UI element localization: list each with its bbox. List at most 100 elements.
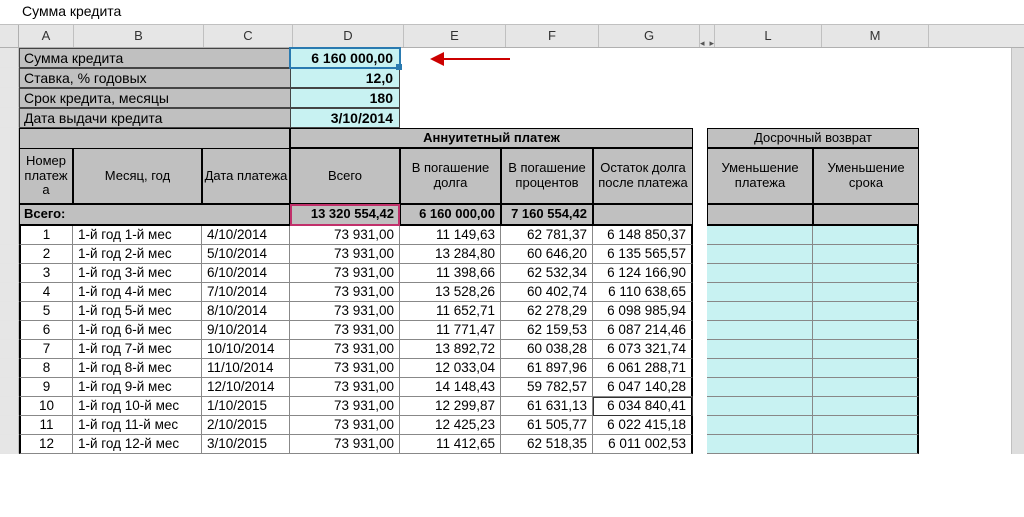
cell-balance[interactable]: 6 124 166,90	[593, 264, 693, 283]
cell-principal[interactable]: 13 528,26	[400, 283, 501, 302]
param-value[interactable]: 12,0	[290, 68, 400, 88]
cell-date[interactable]: 3/10/2015	[202, 435, 290, 454]
cell-reduce-term[interactable]	[813, 397, 919, 416]
col-G[interactable]: G	[599, 25, 700, 47]
cell-principal[interactable]: 14 148,43	[400, 378, 501, 397]
cell-interest[interactable]: 61 505,77	[501, 416, 593, 435]
col-C[interactable]: C	[204, 25, 293, 47]
cell-month[interactable]: 1-й год 7-й мес	[73, 340, 202, 359]
cell-month[interactable]: 1-й год 8-й мес	[73, 359, 202, 378]
cell-reduce-term[interactable]	[813, 321, 919, 340]
cell-reduce-term[interactable]	[813, 302, 919, 321]
cell-interest[interactable]: 61 897,96	[501, 359, 593, 378]
cell-reduce-term[interactable]	[813, 245, 919, 264]
cell-principal[interactable]: 12 033,04	[400, 359, 501, 378]
cell-balance[interactable]: 6 061 288,71	[593, 359, 693, 378]
cell-num[interactable]: 3	[19, 264, 73, 283]
cell-num[interactable]: 8	[19, 359, 73, 378]
cell-date[interactable]: 5/10/2014	[202, 245, 290, 264]
cell-balance[interactable]: 6 110 638,65	[593, 283, 693, 302]
cell-num[interactable]: 11	[19, 416, 73, 435]
cell-reduce-term[interactable]	[813, 226, 919, 245]
cell-date[interactable]: 10/10/2014	[202, 340, 290, 359]
cell-total[interactable]: 73 931,00	[290, 340, 400, 359]
cell-date[interactable]: 4/10/2014	[202, 226, 290, 245]
cell-principal[interactable]: 11 652,71	[400, 302, 501, 321]
cell-num[interactable]: 9	[19, 378, 73, 397]
cell-principal[interactable]: 11 398,66	[400, 264, 501, 283]
cell-reduce-pay[interactable]	[707, 283, 813, 302]
cell-interest[interactable]: 60 402,74	[501, 283, 593, 302]
cell-reduce-pay[interactable]	[707, 245, 813, 264]
col-M[interactable]: M	[822, 25, 929, 47]
param-value[interactable]: 3/10/2014	[290, 108, 400, 128]
cell-reduce-pay[interactable]	[707, 359, 813, 378]
col-E[interactable]: E	[404, 25, 506, 47]
cell-date[interactable]: 1/10/2015	[202, 397, 290, 416]
cell-reduce-pay[interactable]	[707, 378, 813, 397]
cell-reduce-term[interactable]	[813, 340, 919, 359]
formula-bar[interactable]: Сумма кредита	[0, 0, 1024, 25]
cell-month[interactable]: 1-й год 5-й мес	[73, 302, 202, 321]
cell-month[interactable]: 1-й год 3-й мес	[73, 264, 202, 283]
cell-reduce-pay[interactable]	[707, 302, 813, 321]
cell-date[interactable]: 12/10/2014	[202, 378, 290, 397]
cell-total[interactable]: 73 931,00	[290, 359, 400, 378]
cell-balance[interactable]: 6 034 840,41	[593, 397, 693, 416]
cell-total[interactable]: 73 931,00	[290, 283, 400, 302]
cell-interest[interactable]: 61 631,13	[501, 397, 593, 416]
cell-total[interactable]: 73 931,00	[290, 435, 400, 454]
cell-num[interactable]: 1	[19, 226, 73, 245]
cell-date[interactable]: 9/10/2014	[202, 321, 290, 340]
cell-reduce-term[interactable]	[813, 416, 919, 435]
cell-month[interactable]: 1-й год 6-й мес	[73, 321, 202, 340]
cell-principal[interactable]: 13 284,80	[400, 245, 501, 264]
cell-num[interactable]: 2	[19, 245, 73, 264]
cell-principal[interactable]: 12 299,87	[400, 397, 501, 416]
cell-balance[interactable]: 6 087 214,46	[593, 321, 693, 340]
cell-num[interactable]: 5	[19, 302, 73, 321]
cell-principal[interactable]: 11 771,47	[400, 321, 501, 340]
cell-month[interactable]: 1-й год 12-й мес	[73, 435, 202, 454]
cell-principal[interactable]: 13 892,72	[400, 340, 501, 359]
cell-balance[interactable]: 6 098 985,94	[593, 302, 693, 321]
cell-principal[interactable]: 12 425,23	[400, 416, 501, 435]
cell-total[interactable]: 73 931,00	[290, 245, 400, 264]
cell-month[interactable]: 1-й год 10-й мес	[73, 397, 202, 416]
cell-interest[interactable]: 62 532,34	[501, 264, 593, 283]
cell-date[interactable]: 2/10/2015	[202, 416, 290, 435]
cell-interest[interactable]: 59 782,57	[501, 378, 593, 397]
cell-interest[interactable]: 60 038,28	[501, 340, 593, 359]
cell-interest[interactable]: 60 646,20	[501, 245, 593, 264]
total-interest[interactable]: 7 160 554,42	[501, 204, 593, 226]
cell-interest[interactable]: 62 278,29	[501, 302, 593, 321]
cell-reduce-term[interactable]	[813, 435, 919, 454]
cell-interest[interactable]: 62 518,35	[501, 435, 593, 454]
cell-month[interactable]: 1-й год 2-й мес	[73, 245, 202, 264]
cell-reduce-pay[interactable]	[707, 435, 813, 454]
cell-date[interactable]: 8/10/2014	[202, 302, 290, 321]
cell-date[interactable]: 11/10/2014	[202, 359, 290, 378]
cell-num[interactable]: 6	[19, 321, 73, 340]
cell-month[interactable]: 1-й год 4-й мес	[73, 283, 202, 302]
cell-interest[interactable]: 62 159,53	[501, 321, 593, 340]
cell-reduce-pay[interactable]	[707, 321, 813, 340]
cell-num[interactable]: 4	[19, 283, 73, 302]
cell-total[interactable]: 73 931,00	[290, 302, 400, 321]
cell-balance[interactable]: 6 148 850,37	[593, 226, 693, 245]
cell-total[interactable]: 73 931,00	[290, 416, 400, 435]
param-value[interactable]: 180	[290, 88, 400, 108]
cell-reduce-pay[interactable]	[707, 397, 813, 416]
cell-num[interactable]: 10	[19, 397, 73, 416]
cell-balance[interactable]: 6 073 321,74	[593, 340, 693, 359]
cell-principal[interactable]: 11 412,65	[400, 435, 501, 454]
cell-date[interactable]: 7/10/2014	[202, 283, 290, 302]
col-A[interactable]: A	[19, 25, 74, 47]
cell-total[interactable]: 73 931,00	[290, 264, 400, 283]
cell-reduce-pay[interactable]	[707, 264, 813, 283]
cell-month[interactable]: 1-й год 11-й мес	[73, 416, 202, 435]
cell-total[interactable]: 73 931,00	[290, 397, 400, 416]
cell-reduce-pay[interactable]	[707, 226, 813, 245]
select-all-corner[interactable]	[0, 25, 19, 47]
cell-num[interactable]: 7	[19, 340, 73, 359]
